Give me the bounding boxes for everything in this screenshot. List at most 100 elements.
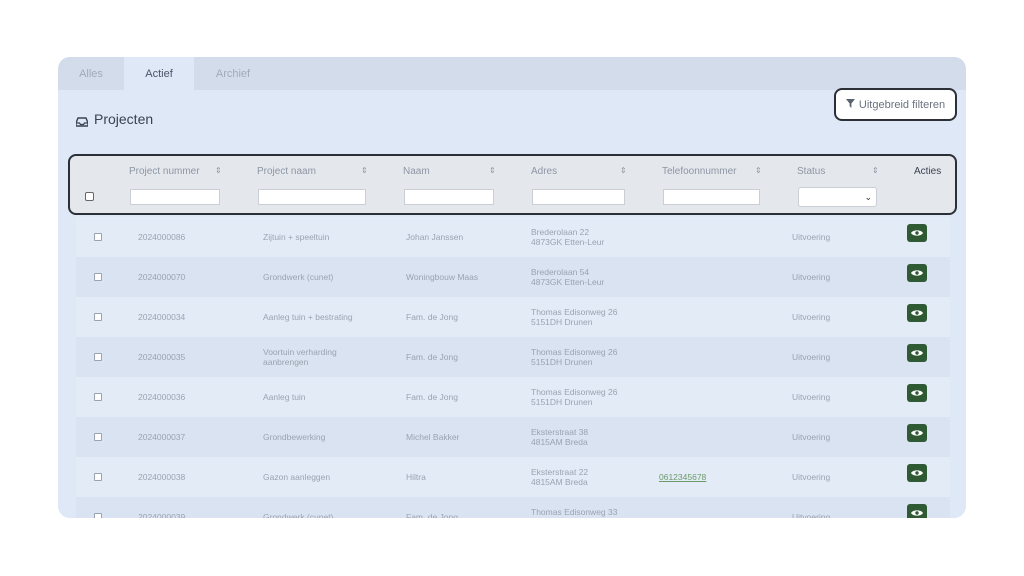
- cell-status: Uitvoering: [792, 512, 831, 518]
- view-button[interactable]: [907, 384, 927, 402]
- tab-archief[interactable]: Archief: [194, 57, 272, 90]
- row-checkbox[interactable]: [94, 273, 102, 281]
- filter-status-select[interactable]: ⌄: [798, 187, 877, 207]
- advanced-filter-label: Uitgebreid filteren: [858, 98, 946, 111]
- page-title: Projecten: [94, 111, 154, 127]
- view-button[interactable]: [907, 464, 927, 482]
- table-row[interactable]: 2024000035 Voortuin verharding aanbrengen…: [76, 337, 950, 377]
- table-row[interactable]: 2024000034 Aanleg tuin + bestrating Fam. d…: [76, 297, 950, 337]
- cell-adres-line2: 4873GK Etten-Leur: [531, 277, 605, 287]
- cell-status: Uitvoering: [792, 432, 831, 442]
- view-button[interactable]: [907, 504, 927, 518]
- cell-status: Uitvoering: [792, 472, 831, 482]
- col-header-status[interactable]: Status: [797, 166, 825, 177]
- sort-icon[interactable]: ⇕: [215, 166, 222, 175]
- sort-icon[interactable]: ⇕: [872, 166, 879, 175]
- inbox-icon: [75, 114, 89, 127]
- eye-icon: [911, 270, 923, 276]
- funnel-icon: [845, 98, 855, 111]
- row-checkbox[interactable]: [94, 353, 102, 361]
- cell-adres-line2: 5151DH Drunen: [531, 357, 593, 367]
- cell-adres-line1: Thomas Edisonweg 26: [531, 387, 618, 397]
- sort-icon[interactable]: ⇕: [361, 166, 368, 175]
- row-checkbox[interactable]: [94, 233, 102, 241]
- eye-icon: [911, 470, 923, 476]
- eye-icon: [911, 430, 923, 436]
- row-checkbox[interactable]: [94, 433, 102, 441]
- cell-project-naam: Zijtuin + speeltuin: [263, 232, 330, 242]
- col-header-adres[interactable]: Adres: [531, 166, 557, 177]
- view-button[interactable]: [907, 224, 927, 242]
- view-button[interactable]: [907, 344, 927, 362]
- table-row[interactable]: 2024000037 Grondbewerking Michel Bakker Eks…: [76, 417, 950, 457]
- col-header-project-nummer[interactable]: Project nummer: [129, 166, 200, 177]
- cell-status: Uitvoering: [792, 392, 831, 402]
- cell-project-nummer: 2024000035: [138, 352, 186, 362]
- sort-icon[interactable]: ⇕: [755, 166, 762, 175]
- cell-telefoonnummer[interactable]: 0612345678: [659, 472, 706, 482]
- cell-naam: Fam. de Jong: [406, 512, 458, 518]
- cell-project-nummer: 2024000070: [138, 272, 186, 282]
- row-checkbox[interactable]: [94, 513, 102, 518]
- cell-adres-line2: 5151DH Drunen: [531, 317, 593, 327]
- table-header: Project nummer ⇕ Project naam ⇕ Naam ⇕ A…: [68, 154, 957, 215]
- cell-project-nummer: 2024000038: [138, 472, 186, 482]
- cell-project-naam: Grondwerk (cunet): [263, 272, 334, 282]
- view-button[interactable]: [907, 264, 927, 282]
- filter-telefoonnummer[interactable]: [663, 189, 760, 205]
- cell-adres-line1: Brederolaan 54: [531, 267, 590, 277]
- row-checkbox[interactable]: [94, 473, 102, 481]
- cell-naam: Michel Bakker: [406, 432, 460, 442]
- cell-naam: Fam. de Jong: [406, 392, 458, 402]
- table-row[interactable]: 2024000070 Grondwerk (cunet) Woningbouw Ma…: [76, 257, 950, 297]
- cell-project-nummer: 2024000037: [138, 432, 186, 442]
- cell-naam: Hiltra: [406, 472, 426, 482]
- tab-alles[interactable]: Alles: [58, 57, 124, 90]
- filter-project-naam[interactable]: [258, 189, 366, 205]
- cell-naam: Fam. de Jong: [406, 352, 458, 362]
- sort-icon[interactable]: ⇕: [489, 166, 496, 175]
- cell-project-naam: Voortuin verharding aanbrengen: [263, 347, 337, 367]
- row-checkbox[interactable]: [94, 393, 102, 401]
- page-title-wrap: Projecten: [75, 111, 154, 127]
- cell-naam: Johan Janssen: [406, 232, 464, 242]
- advanced-filter-button[interactable]: Uitgebreid filteren: [834, 88, 957, 121]
- cell-adres-line1: Thomas Edisonweg 26: [531, 347, 618, 357]
- filter-naam[interactable]: [404, 189, 494, 205]
- col-header-acties: Acties: [914, 166, 942, 177]
- filter-adres[interactable]: [532, 189, 625, 205]
- cell-status: Uitvoering: [792, 352, 831, 362]
- tab-actief[interactable]: Actief: [124, 57, 194, 90]
- col-header-telefoonnummer[interactable]: Telefoonnummer: [662, 166, 736, 177]
- col-header-project-naam[interactable]: Project naam: [257, 166, 316, 177]
- row-checkbox[interactable]: [94, 313, 102, 321]
- cell-naam: Fam. de Jong: [406, 312, 458, 322]
- cell-project-nummer: 2024000036: [138, 392, 186, 402]
- eye-icon: [911, 310, 923, 316]
- cell-project-naam: Aanleg tuin + bestrating: [263, 312, 353, 322]
- table-row[interactable]: 2024000038 Gazon aanleggen Hiltra Eksterstr…: [76, 457, 950, 497]
- tab-bar: Alles Actief Archief: [58, 57, 966, 90]
- eye-icon: [911, 390, 923, 396]
- sort-icon[interactable]: ⇕: [620, 166, 627, 175]
- cell-adres-line1: Brederolaan 22: [531, 227, 590, 237]
- table-row[interactable]: 2024000086 Zijtuin + speeltuin Johan Janss…: [76, 217, 950, 257]
- cell-project-naam: Gazon aanleggen: [263, 472, 331, 482]
- cell-project-naam: Grondwerk (cunet): [263, 512, 334, 518]
- table-row[interactable]: 2024000036 Aanleg tuin Fam. de Jong Thomas …: [76, 377, 950, 417]
- cell-project-nummer: 2024000039: [138, 512, 186, 518]
- cell-adres-line1: Thomas Edisonweg 33: [531, 507, 618, 517]
- chevron-down-icon: ⌄: [864, 191, 872, 202]
- table-row[interactable]: 2024000039 Grondwerk (cunet) Fam. de Jong T…: [76, 497, 950, 518]
- view-button[interactable]: [907, 424, 927, 442]
- cell-project-nummer: 2024000086: [138, 232, 186, 242]
- filter-project-nummer[interactable]: [130, 189, 220, 205]
- cell-adres-line2: 5151DH Drunen: [531, 397, 593, 407]
- eye-icon: [911, 350, 923, 356]
- col-header-naam[interactable]: Naam: [403, 166, 430, 177]
- cell-project-nummer: 2024000034: [138, 312, 186, 322]
- cell-status: Uitvoering: [792, 272, 831, 282]
- select-all-checkbox[interactable]: [85, 192, 94, 201]
- view-button[interactable]: [907, 304, 927, 322]
- cell-project-naam: Aanleg tuin: [263, 392, 306, 402]
